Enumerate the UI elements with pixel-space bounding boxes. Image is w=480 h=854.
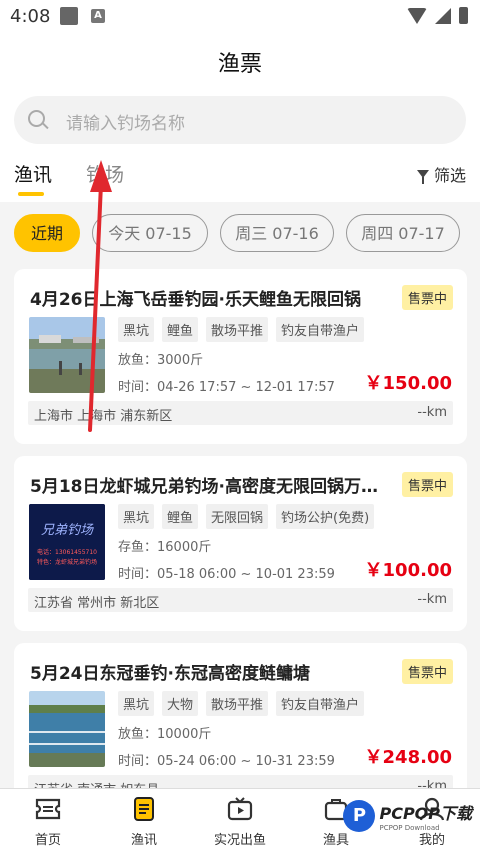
location-text: 江苏省 常州市 新北区 (34, 596, 160, 611)
tag-list: 黑坑 大物 散场平推 钓友自带渔户 (118, 691, 365, 716)
price: ￥150.00 (364, 373, 452, 394)
nav-live[interactable]: 实况出鱼 (192, 789, 288, 854)
status-time: 4:08 (10, 6, 51, 27)
status-badge: 售票中 (401, 472, 453, 497)
document-icon (134, 797, 154, 821)
watermark-logo: P (343, 800, 376, 832)
tab-bar: 渔讯 钓场 筛选 (0, 158, 480, 202)
battery-icon (459, 7, 468, 24)
time-range: 时间：05-24 06:00 ~ 10-31 23:59 (118, 754, 335, 769)
card-title: 5月24日东冠垂钓·东冠高密度鲢鳙塘 (30, 664, 310, 684)
status-badge: 售票中 (401, 285, 453, 310)
thumb-text: 兄弟钓场 (41, 523, 94, 538)
location-bar: 上海市 上海市 浦东新区 --km (28, 401, 453, 425)
tag: 黑坑 (118, 691, 155, 716)
time-range: 时间：05-18 06:00 ~ 10-01 23:59 (118, 567, 335, 582)
status-icons (407, 7, 468, 24)
tag: 钓友自带渔户 (276, 317, 365, 342)
search-placeholder: 请输入钓场名称 (66, 114, 185, 134)
tag-list: 黑坑 鲤鱼 无限回锅 钓场公护(免费) (118, 504, 375, 529)
price: ￥100.00 (364, 560, 452, 581)
tag: 鲤鱼 (162, 504, 199, 529)
fish-stock: 存鱼：16000斤 (118, 540, 212, 555)
location-bar: 江苏省 常州市 新北区 --km (28, 588, 453, 612)
tab-active-indicator (18, 192, 44, 196)
ticket-icon (35, 798, 61, 820)
tag: 无限回锅 (206, 504, 269, 529)
chip-thursday[interactable]: 周四 07-17 (346, 214, 460, 252)
nav-label: 首页 (34, 833, 61, 848)
tag: 黑坑 (118, 317, 155, 342)
signal-icon (435, 7, 451, 24)
card-title: 4月26日上海飞岳垂钓园·乐天鲤鱼无限回锅 (30, 290, 361, 310)
header: 渔票 请输入钓场名称 渔讯 钓场 筛选 (0, 32, 480, 202)
tag: 鲤鱼 (162, 317, 199, 342)
card-title: 5月18日龙虾城兄弟钓场·高密度无限回锅万斤… (30, 477, 380, 497)
tag: 钓场公护(免费) (276, 504, 375, 529)
watermark: P PCPOP下载 PCPOP Download (343, 800, 472, 832)
tag: 钓友自带渔户 (276, 691, 365, 716)
nav-label: 实况出鱼 (213, 833, 266, 848)
chip-today[interactable]: 今天 07-15 (92, 214, 208, 252)
time-range: 时间：04-26 17:57 ~ 12-01 17:57 (118, 380, 335, 395)
filter-label: 筛选 (433, 166, 466, 185)
pond-thumbnail (29, 691, 105, 767)
search-icon (28, 110, 45, 127)
watermark-subtext: PCPOP Download (379, 824, 440, 832)
tab-yuxun[interactable]: 渔讯 (14, 160, 52, 187)
distance-text: --km (417, 405, 447, 420)
tv-icon (227, 797, 253, 821)
location-text: 上海市 上海市 浦东新区 (34, 409, 173, 424)
tag: 大物 (162, 691, 199, 716)
date-chip-bar: 近期 今天 07-15 周三 07-16 周四 07-17 (0, 208, 480, 262)
tab-diaochang[interactable]: 钓场 (86, 160, 124, 187)
status-bar: 4:08 A (0, 0, 480, 32)
fish-stock: 放鱼：10000斤 (118, 727, 212, 742)
watermark-text: PCPOP下载 (379, 804, 472, 823)
app-a-icon: A (91, 9, 105, 23)
status-badge: 售票中 (401, 659, 453, 684)
wifi-icon (407, 7, 427, 24)
nav-label: 渔讯 (130, 833, 157, 848)
ticket-card[interactable]: 4月26日上海飞岳垂钓园·乐天鲤鱼无限回锅 售票中 黑坑 鲤鱼 散场平推 钓友自… (14, 269, 467, 444)
filter-button[interactable]: 筛选 (416, 162, 466, 186)
pond-thumbnail: 兄弟钓场 电话：13061455710 特色：龙虾城兄弟钓场 (29, 504, 105, 580)
tag: 散场平推 (206, 317, 269, 342)
chip-recent[interactable]: 近期 (14, 214, 80, 252)
tag: 黑坑 (118, 504, 155, 529)
notification-icon (60, 7, 78, 25)
nav-yuxun[interactable]: 渔讯 (96, 789, 192, 854)
fish-stock: 放鱼：3000斤 (118, 353, 204, 368)
tag: 散场平推 (206, 691, 269, 716)
distance-text: --km (417, 592, 447, 607)
search-input[interactable]: 请输入钓场名称 (14, 96, 466, 144)
nav-home[interactable]: 首页 (0, 789, 96, 854)
page-title: 渔票 (217, 52, 262, 77)
pond-thumbnail (29, 317, 105, 393)
chip-wednesday[interactable]: 周三 07-16 (220, 214, 334, 252)
ticket-card[interactable]: 5月18日龙虾城兄弟钓场·高密度无限回锅万斤… 售票中 兄弟钓场 电话：1306… (14, 456, 467, 631)
funnel-icon (416, 170, 429, 184)
tag-list: 黑坑 鲤鱼 散场平推 钓友自带渔户 (118, 317, 365, 342)
price: ￥248.00 (364, 747, 452, 768)
thumb-feature-text: 特色：龙虾城兄弟钓场 (37, 558, 97, 566)
thumb-phone-text: 电话：13061455710 (37, 548, 97, 556)
